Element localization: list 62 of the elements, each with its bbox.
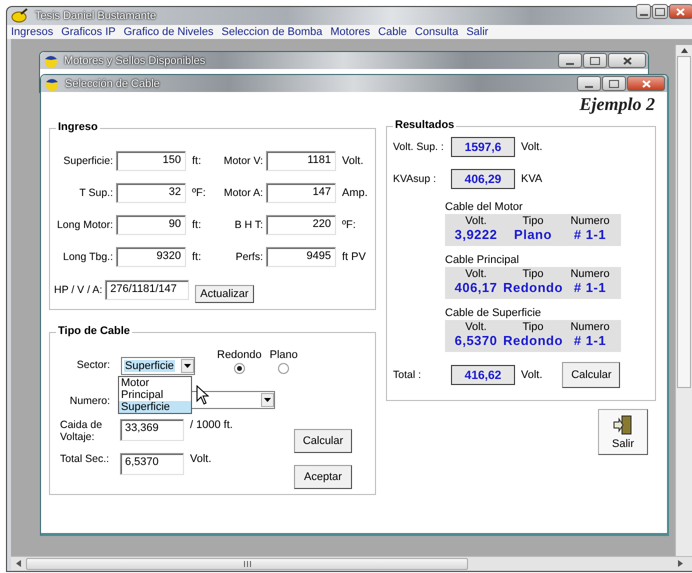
cable-title: Cable del Motor xyxy=(445,201,524,213)
field-label: Numero: xyxy=(68,395,111,407)
cable-value: # 1-1 xyxy=(574,280,606,295)
cable-value: 6,5370 xyxy=(454,333,498,348)
column-header: Numero xyxy=(570,268,610,280)
example-heading: Ejemplo 2 xyxy=(580,94,655,116)
field-label: Long Tbg.: xyxy=(62,251,114,263)
field-label: Total Sec.: xyxy=(59,453,110,465)
cable-value: 406,17 xyxy=(454,280,498,295)
field-label: Motor V: xyxy=(222,155,264,167)
unit-label: / 1000 ft. xyxy=(189,419,233,431)
radio-label: Plano xyxy=(270,349,298,361)
column-header: Volt. xyxy=(465,268,487,280)
column-header: Numero xyxy=(570,215,610,227)
cable-value: Redondo xyxy=(503,333,563,348)
column-header: Numero xyxy=(570,321,610,333)
unit-label: Volt. xyxy=(341,155,364,167)
value-display: 406,29 xyxy=(451,169,515,189)
unit-label: ft: xyxy=(191,251,202,263)
field-label: Perfs: xyxy=(234,251,264,263)
unit-label: ft: xyxy=(191,155,202,167)
field-label: KVAsup : xyxy=(393,173,437,185)
field-label: B H T: xyxy=(234,219,264,231)
group-title: Tipo de Cable xyxy=(56,325,132,337)
column-header: Volt. xyxy=(465,321,487,333)
unit-label: ft PV xyxy=(341,251,367,263)
cable-title: Cable de Superficie xyxy=(445,307,542,319)
field-label: Caida de Voltaje: xyxy=(59,419,104,443)
field-label: Volt. Sup. : xyxy=(393,141,445,153)
unit-label: ft: xyxy=(191,219,202,231)
unit-label: Amp. xyxy=(341,187,369,199)
column-header: Tipo xyxy=(522,321,544,333)
cable-value: # 1-1 xyxy=(574,227,606,242)
field-label: Motor A: xyxy=(222,187,264,199)
radio-label: Redondo xyxy=(217,349,262,361)
field-label: T Sup.: xyxy=(78,187,114,199)
unit-label: Volt. xyxy=(189,453,212,465)
column-header: Volt. xyxy=(465,215,487,227)
window-title: Motores y Sellos Disponibles xyxy=(64,54,206,66)
value-display: 1597,6 xyxy=(451,137,515,157)
cable-value: # 1-1 xyxy=(574,333,606,348)
unit-label: Volt. xyxy=(520,369,542,381)
cable-value: Redondo xyxy=(503,280,563,295)
unit-label: Volt. xyxy=(520,141,542,153)
cable-value: 3,9222 xyxy=(454,227,498,242)
field-label: Sector: xyxy=(76,359,111,371)
group-title: Resultados xyxy=(393,119,456,131)
window-title: Selección de Cable xyxy=(65,78,160,90)
cable-title: Cable Principal xyxy=(445,254,520,266)
value-display: 416,62 xyxy=(451,365,515,385)
column-header: Tipo xyxy=(522,268,544,280)
group-title: Ingreso xyxy=(56,121,100,133)
field-label: Superficie: xyxy=(62,155,114,167)
field-label: HP / V / A: xyxy=(54,284,104,296)
field-label: Long Motor: xyxy=(56,219,114,231)
cable-value: Plano xyxy=(514,227,552,242)
unit-label: KVA xyxy=(520,173,542,185)
unit-label: ºF: xyxy=(341,219,357,231)
window-title: Tesis Daniel Bustamante xyxy=(35,10,156,22)
field-label: Total : xyxy=(393,369,422,381)
unit-label: ºF: xyxy=(191,187,207,199)
column-header: Tipo xyxy=(522,215,544,227)
